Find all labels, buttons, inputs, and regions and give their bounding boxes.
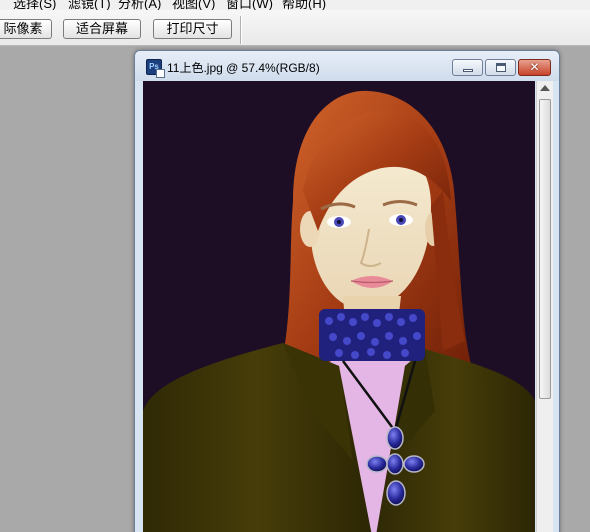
menu-view[interactable]: 视图(V) <box>172 0 215 10</box>
scrollbar-thumb[interactable] <box>539 99 551 399</box>
minimize-button[interactable] <box>452 59 483 76</box>
menu-window[interactable]: 窗口(W) <box>226 0 273 10</box>
document-title-bar[interactable]: Ps 11上色.jpg @ 57.4%(RGB/8) ✕ <box>135 51 559 81</box>
maximize-icon <box>496 63 506 72</box>
menu-help[interactable]: 帮助(H) <box>282 0 326 10</box>
toolbar-separator <box>240 16 242 44</box>
actual-pixels-button[interactable]: 际像素 <box>0 19 52 39</box>
document-title: 11上色.jpg @ 57.4%(RGB/8) <box>167 61 320 75</box>
vertical-scrollbar[interactable] <box>536 81 553 532</box>
close-button[interactable]: ✕ <box>518 59 551 76</box>
portrait-image <box>143 90 535 532</box>
document-window: Ps 11上色.jpg @ 57.4%(RGB/8) ✕ <box>134 50 560 532</box>
minimize-icon <box>463 69 473 72</box>
options-bar: 际像素 适合屏幕 打印尺寸 <box>0 10 590 46</box>
menu-analysis[interactable]: 分析(A) <box>118 0 161 10</box>
menu-select[interactable]: 选择(S) <box>13 0 56 10</box>
image-canvas[interactable] <box>143 81 535 532</box>
fit-screen-button[interactable]: 适合屏幕 <box>63 19 141 39</box>
menu-bar: 选择(S) 滤镜(T) 分析(A) 视图(V) 窗口(W) 帮助(H) <box>0 0 590 10</box>
maximize-button[interactable] <box>485 59 516 76</box>
close-icon: ✕ <box>529 60 540 74</box>
photoshop-file-icon: Ps <box>146 59 165 78</box>
scroll-up-icon[interactable] <box>540 85 550 91</box>
menu-filter[interactable]: 滤镜(T) <box>68 0 111 10</box>
print-size-button[interactable]: 打印尺寸 <box>153 19 232 39</box>
